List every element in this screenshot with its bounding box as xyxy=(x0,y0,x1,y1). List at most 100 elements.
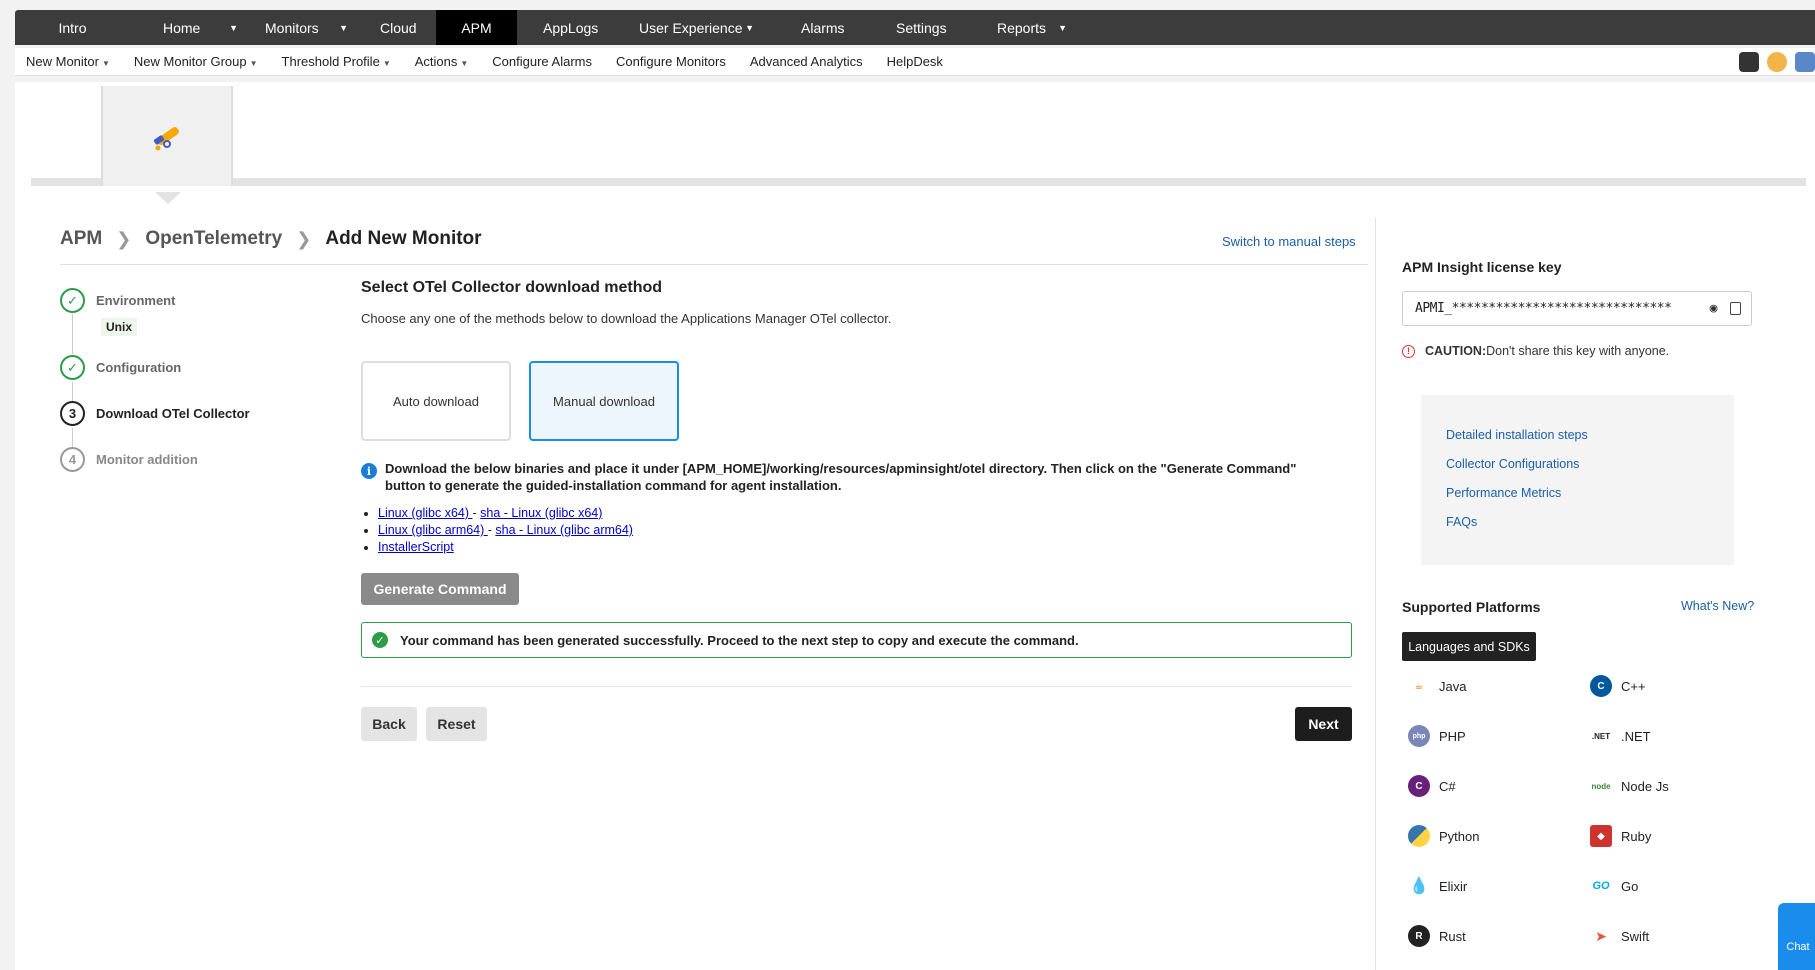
chat-widget[interactable]: Chat xyxy=(1778,903,1815,970)
column-divider xyxy=(1375,218,1376,970)
platform-go[interactable]: GO Go xyxy=(1590,875,1638,897)
tab-home[interactable]: Home ▼ xyxy=(130,10,248,45)
tab-alarms[interactable]: Alarms xyxy=(764,10,854,45)
page-title: Add New Monitor xyxy=(325,228,482,249)
ruby-icon: ◆ xyxy=(1590,825,1612,847)
cpp-icon: C xyxy=(1590,675,1612,697)
platform-java[interactable]: ☕ Java xyxy=(1408,675,1467,697)
list-item: Linux (glibc x64) - sha - Linux (glibc x… xyxy=(378,505,633,522)
sha-linux-glibc-arm64-link[interactable]: sha - Linux (glibc arm64) xyxy=(495,523,633,537)
whats-new-link[interactable]: What's New? xyxy=(1681,599,1754,613)
copy-icon[interactable] xyxy=(1730,302,1741,315)
eye-icon[interactable]: ◉ xyxy=(1710,301,1718,316)
divider xyxy=(60,264,1368,265)
tab-applogs[interactable]: AppLogs xyxy=(517,10,625,45)
tab-intro[interactable]: Intro xyxy=(15,10,130,45)
step-configuration[interactable]: ✓ Configuration xyxy=(60,355,181,380)
platform-ruby[interactable]: ◆ Ruby xyxy=(1590,825,1651,847)
tab-settings[interactable]: Settings xyxy=(854,10,950,45)
new-monitor-menu[interactable]: New Monitor ▼ xyxy=(26,54,110,69)
collector-configurations-link[interactable]: Collector Configurations xyxy=(1446,457,1579,471)
back-button[interactable]: Back xyxy=(361,707,417,741)
breadcrumb-opentelemetry[interactable]: OpenTelemetry xyxy=(145,228,282,250)
platform-label: PHP xyxy=(1439,728,1466,744)
elixir-icon: 💧 xyxy=(1409,878,1429,895)
platform-cpp[interactable]: C C++ xyxy=(1590,675,1646,697)
menu-label: Advanced Analytics xyxy=(749,54,863,69)
caret-down-icon: ▼ xyxy=(382,59,391,68)
linux-glibc-arm64-link[interactable]: Linux (glibc arm64) xyxy=(378,523,488,537)
tab-label: Home xyxy=(163,19,201,36)
check-circle-icon: ✓ xyxy=(372,632,388,648)
dotnet-icon: .NET xyxy=(1591,731,1611,741)
platform-php[interactable]: php PHP xyxy=(1408,725,1466,747)
reset-button[interactable]: Reset xyxy=(426,707,487,741)
tab-reports[interactable]: Reports ▼ xyxy=(950,10,1077,45)
chevron-right-icon: ❯ xyxy=(116,228,132,249)
print-icon[interactable] xyxy=(1795,52,1815,72)
linux-glibc-x64-link[interactable]: Linux (glibc x64) xyxy=(378,506,473,520)
license-key-value: APMI_****************************** xyxy=(1415,301,1672,316)
step-environment[interactable]: ✓ Environment xyxy=(60,288,175,313)
chart-icon[interactable] xyxy=(1767,52,1787,72)
link-separator: - xyxy=(472,506,481,520)
chevron-down-icon[interactable]: ▼ xyxy=(339,23,348,33)
step-monitor-addition[interactable]: 4 Monitor addition xyxy=(60,447,198,472)
info-text: Download the below binaries and place it… xyxy=(385,461,1297,493)
helpdesk-link[interactable]: HelpDesk xyxy=(887,54,943,69)
menu-label: Actions xyxy=(414,54,458,69)
chevron-down-icon[interactable]: ▼ xyxy=(229,23,238,33)
sha-linux-glibc-x64-link[interactable]: sha - Linux (glibc x64) xyxy=(480,506,602,520)
chevron-down-icon[interactable]: ▼ xyxy=(1058,23,1067,33)
nodejs-icon: node xyxy=(1591,781,1611,791)
menu-label: HelpDesk xyxy=(886,54,943,69)
faqs-link[interactable]: FAQs xyxy=(1446,515,1477,529)
platform-label: C++ xyxy=(1621,678,1646,694)
platform-label: Swift xyxy=(1621,928,1650,944)
tab-apm[interactable]: APM xyxy=(436,10,517,45)
auto-download-option[interactable]: Auto download xyxy=(361,361,511,441)
breadcrumb-apm[interactable]: APM xyxy=(60,228,102,250)
platform-swift[interactable]: ➤ Swift xyxy=(1590,925,1649,947)
switch-manual-steps-link[interactable]: Switch to manual steps xyxy=(1222,234,1356,249)
next-button[interactable]: Next xyxy=(1295,707,1352,741)
caret-down-icon: ▼ xyxy=(101,59,110,68)
tab-cloud[interactable]: Cloud xyxy=(358,10,436,45)
step-download-otel-collector[interactable]: 3 Download OTel Collector xyxy=(60,401,250,426)
threshold-profile-menu[interactable]: Threshold Profile ▼ xyxy=(282,54,391,69)
platform-elixir[interactable]: 💧 Elixir xyxy=(1408,875,1467,897)
banner-pointer xyxy=(155,192,181,204)
platform-nodejs[interactable]: node Node Js xyxy=(1590,775,1668,797)
telescope-icon xyxy=(153,127,179,151)
performance-metrics-link[interactable]: Performance Metrics xyxy=(1446,486,1561,500)
swift-icon: ➤ xyxy=(1595,927,1607,944)
detailed-installation-steps-link[interactable]: Detailed installation steps xyxy=(1446,428,1588,442)
breadcrumb: APM ❯ OpenTelemetry ❯ Add New Monitor xyxy=(60,228,482,250)
platform-rust[interactable]: R Rust xyxy=(1408,925,1466,947)
license-key-title: APM Insight license key xyxy=(1402,259,1562,275)
tab-languages-and-sdks[interactable]: Languages and SDKs xyxy=(1402,632,1536,661)
section-heading: Select OTel Collector download method xyxy=(361,279,663,296)
advanced-analytics-link[interactable]: Advanced Analytics xyxy=(750,54,863,69)
chevron-down-icon[interactable]: ▼ xyxy=(745,23,754,33)
configure-monitors-link[interactable]: Configure Monitors xyxy=(616,54,726,69)
tab-monitors[interactable]: Monitors ▼ xyxy=(248,10,358,45)
new-monitor-group-menu[interactable]: New Monitor Group ▼ xyxy=(134,54,258,69)
platform-csharp[interactable]: C C# xyxy=(1408,775,1456,797)
actions-menu[interactable]: Actions ▼ xyxy=(415,54,469,69)
tab-user-experience[interactable]: User Experience ▼ xyxy=(625,10,764,45)
license-key-field[interactable]: APMI_****************************** ◉ xyxy=(1402,291,1752,326)
platform-label: Python xyxy=(1439,828,1480,844)
manual-download-option[interactable]: Manual download xyxy=(529,361,679,441)
python-icon xyxy=(1408,825,1430,847)
step-label: Environment xyxy=(96,293,176,308)
installer-script-link[interactable]: InstallerScript xyxy=(378,540,454,554)
platform-python[interactable]: Python xyxy=(1408,825,1479,847)
tab-label: Settings xyxy=(896,19,947,36)
platform-dotnet[interactable]: .NET .NET xyxy=(1590,725,1651,747)
caution-text: Don't share this key with anyone. xyxy=(1486,344,1670,358)
configure-alarms-link[interactable]: Configure Alarms xyxy=(492,54,592,69)
generate-command-button[interactable]: Generate Command xyxy=(361,573,519,605)
success-text: Your command has been generated successf… xyxy=(400,632,1079,648)
camera-icon[interactable] xyxy=(1739,52,1759,72)
